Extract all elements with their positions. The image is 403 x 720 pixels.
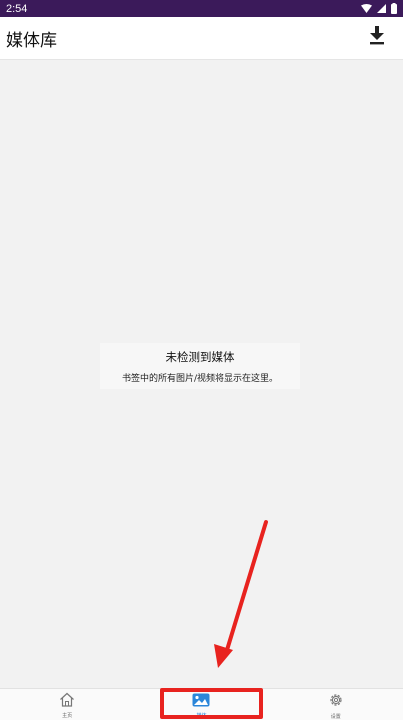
nav-label-settings: 设置 bbox=[330, 714, 341, 720]
nav-item-home[interactable]: 主页 bbox=[27, 689, 107, 720]
annotation-arrow bbox=[214, 520, 268, 668]
gear-icon bbox=[328, 692, 344, 712]
nav-label-media: 媒体 bbox=[196, 713, 207, 719]
nav-label-home: 主页 bbox=[62, 713, 73, 719]
bottom-nav: 主页 媒体 设置 bbox=[0, 688, 403, 720]
image-icon bbox=[192, 692, 210, 711]
nav-item-media[interactable]: 媒体 bbox=[161, 689, 241, 720]
nav-item-settings[interactable]: 设置 bbox=[296, 689, 376, 720]
home-icon bbox=[59, 692, 75, 711]
